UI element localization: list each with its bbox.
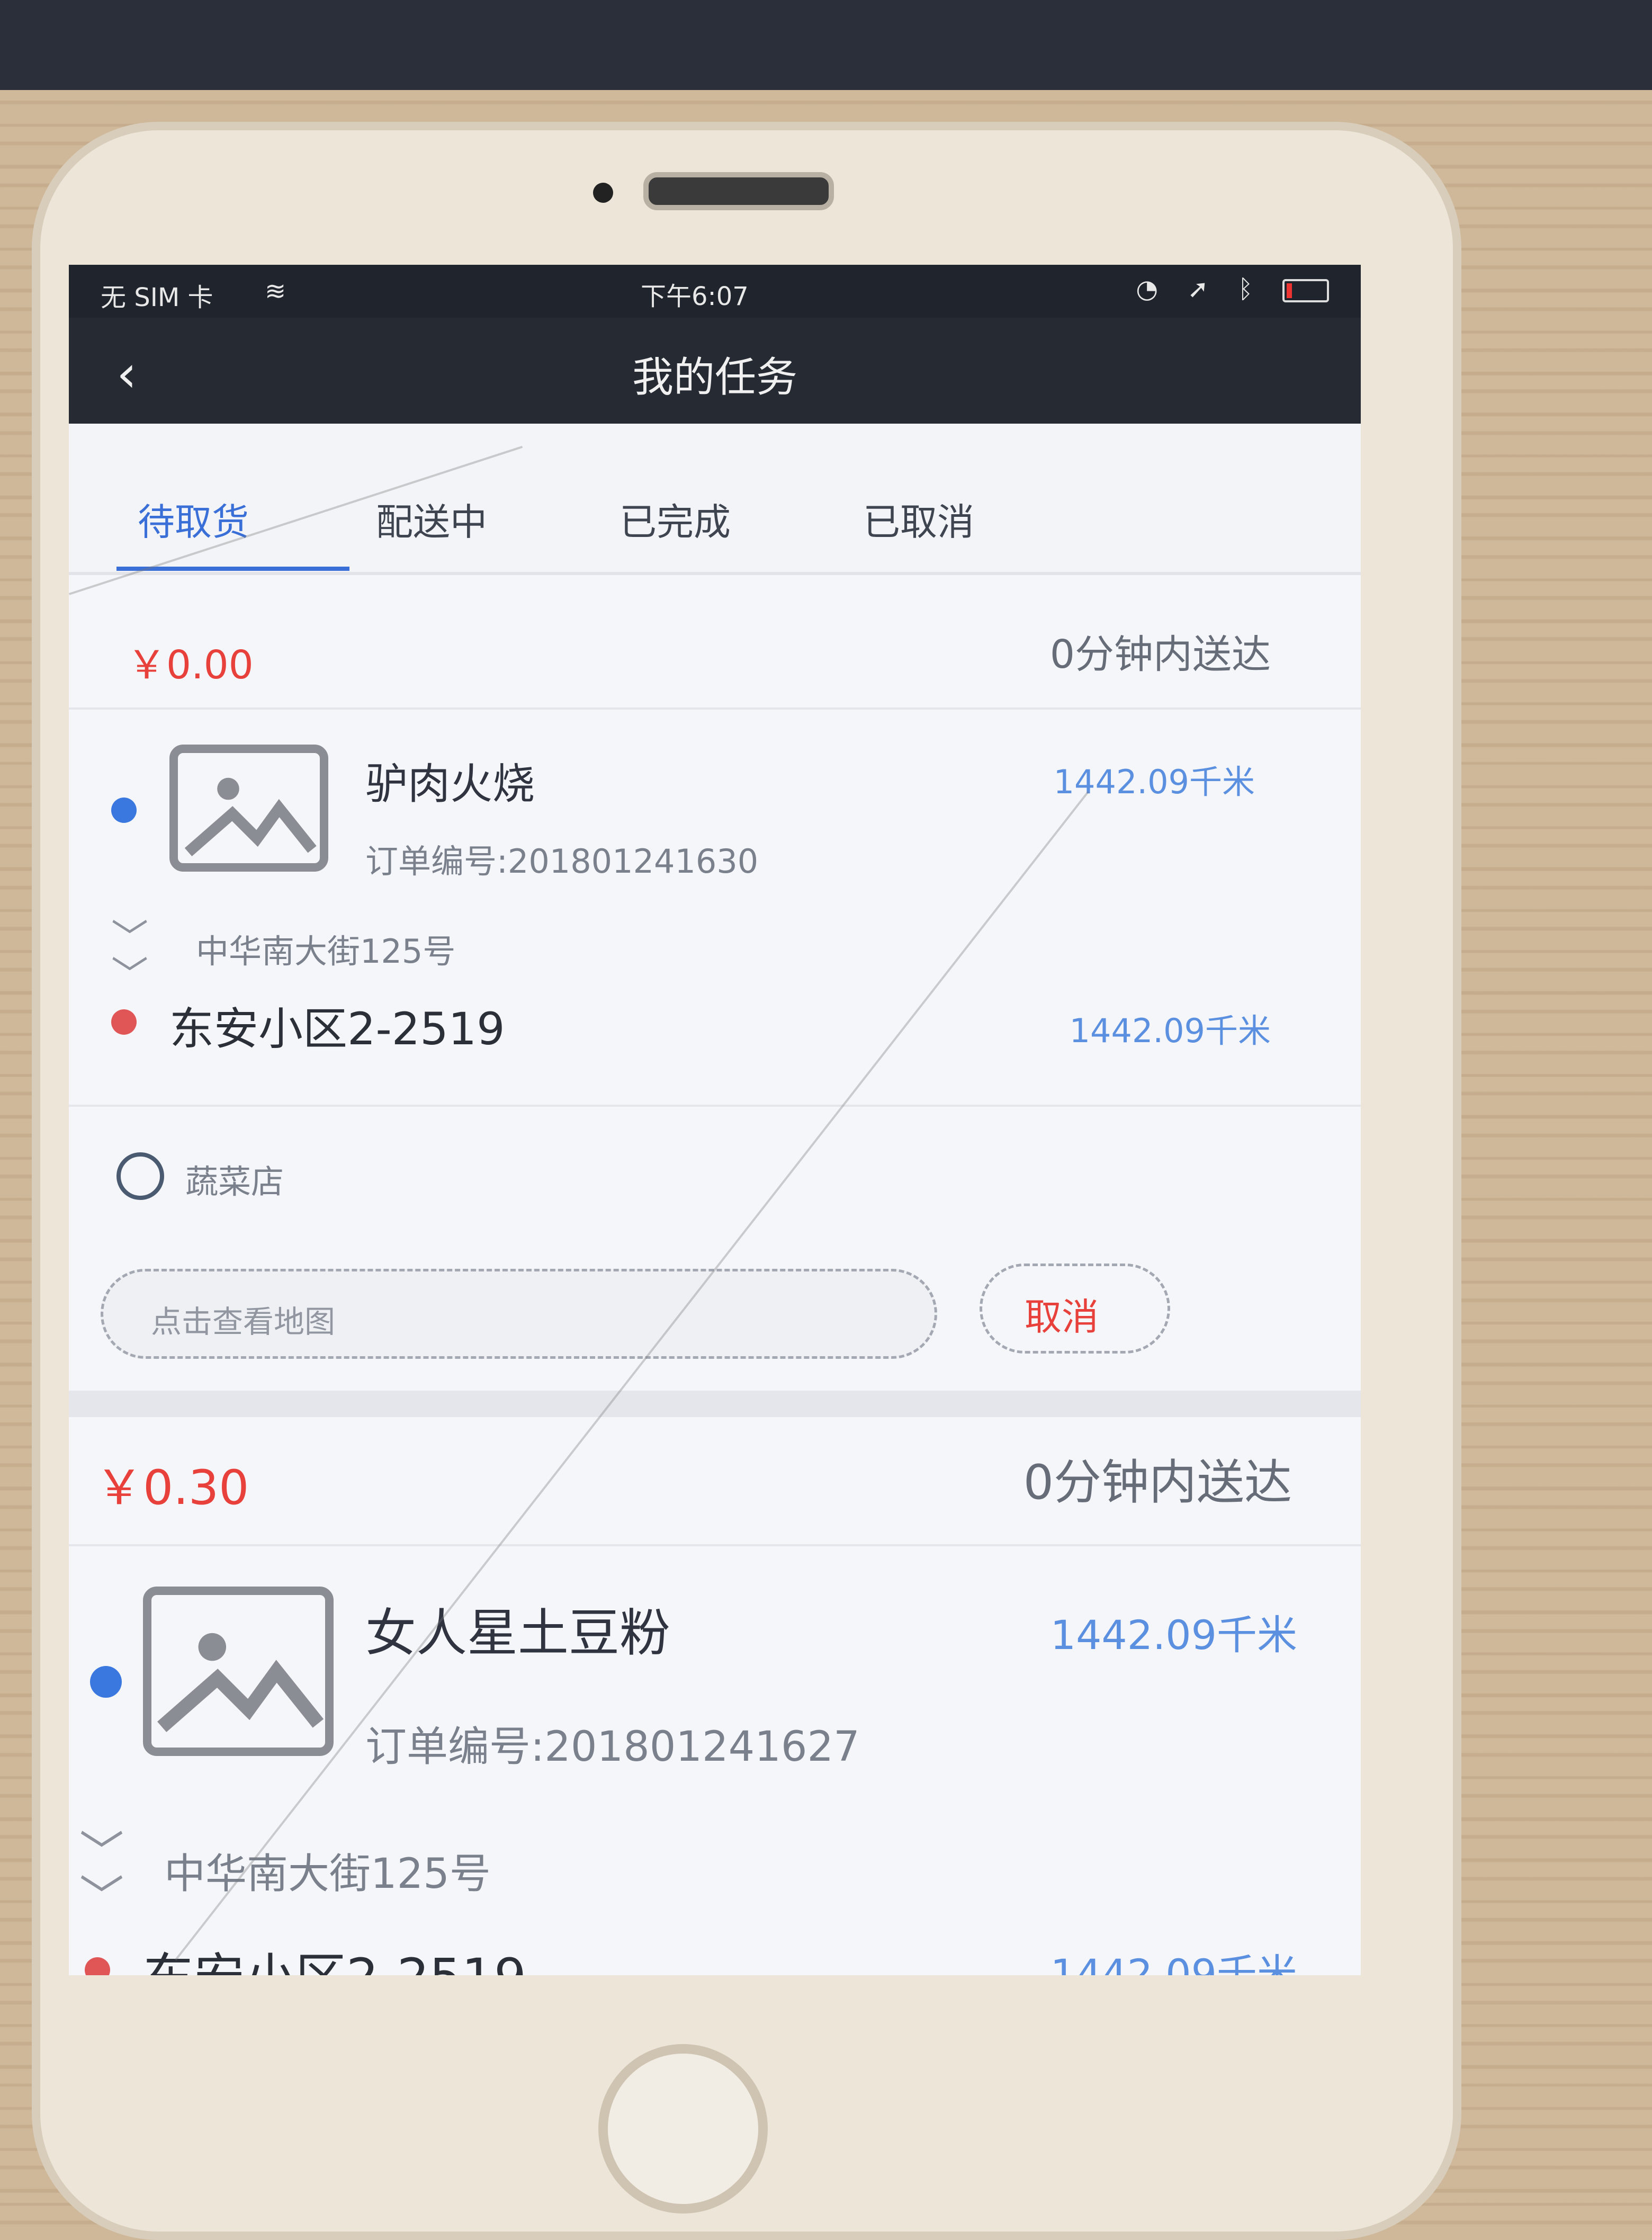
status-bar: 无 SIM 卡 ≋ 下午6:07 ◔ ➚ ᛒ bbox=[69, 265, 1361, 318]
carrier-label: 无 SIM 卡 bbox=[101, 283, 213, 312]
cancel-label: 取消 bbox=[1025, 1295, 1099, 1339]
tab-completed[interactable]: 已完成 bbox=[620, 492, 731, 546]
pickup-address: 中华南大街125号 bbox=[164, 1850, 491, 1898]
divider bbox=[69, 707, 1361, 710]
tab-cancelled[interactable]: 已取消 bbox=[863, 492, 974, 546]
pickup-dot bbox=[90, 1666, 122, 1698]
front-camera bbox=[593, 183, 613, 203]
tab-pending-pickup[interactable]: 待取货 bbox=[138, 492, 249, 546]
dropoff-dot bbox=[85, 1957, 110, 1975]
shop-name: 驴肉火烧 bbox=[365, 759, 535, 809]
order-number: 订单编号:201801241630 bbox=[365, 842, 759, 881]
dropoff-distance: 1442.09千米 bbox=[1069, 1011, 1271, 1050]
location-icon: ➚ bbox=[1187, 274, 1219, 304]
chevron-down-icon: ﹀ ﹀ bbox=[79, 1826, 124, 1923]
bluetooth-icon: ᛒ bbox=[1237, 274, 1264, 304]
background-top bbox=[0, 0, 1652, 90]
chevron-down-icon: ﹀ ﹀ bbox=[111, 916, 148, 997]
view-map-button[interactable]: 点击查看地图 bbox=[101, 1269, 937, 1359]
store-icon bbox=[116, 1152, 164, 1200]
delivery-eta: 0分钟内送达 bbox=[1023, 1455, 1292, 1510]
divider bbox=[69, 1544, 1361, 1546]
shop-distance: 1442.09千米 bbox=[1050, 1611, 1297, 1659]
earpiece bbox=[643, 172, 834, 210]
clock: 下午6:07 bbox=[641, 282, 749, 311]
divider bbox=[69, 1105, 1361, 1107]
dropoff-address: 东安小区2-2519 bbox=[143, 1936, 526, 1975]
dropoff-dot bbox=[111, 1009, 137, 1035]
card-separator bbox=[69, 1391, 1361, 1417]
tab-delivering[interactable]: 配送中 bbox=[376, 492, 487, 546]
page-title: 我的任务 bbox=[632, 354, 797, 401]
shop-image-placeholder bbox=[143, 1587, 334, 1756]
pickup-address: 中华南大街125号 bbox=[196, 932, 456, 971]
order-price: ￥0.30 bbox=[95, 1460, 249, 1516]
pickup-dot bbox=[111, 798, 137, 823]
image-icon bbox=[157, 1633, 324, 1732]
store-label: 蔬菜店 bbox=[185, 1162, 284, 1201]
tab-bar: 待取货 配送中 已完成 已取消 bbox=[69, 424, 1361, 575]
cancel-order-button[interactable]: 取消 bbox=[980, 1264, 1170, 1354]
image-icon bbox=[184, 777, 317, 857]
order-price: ￥0.00 bbox=[127, 642, 254, 688]
home-button[interactable] bbox=[598, 2044, 768, 2214]
order-card: ￥0.30 0分钟内送达 女人星土豆粉 1442.09千米 订单编号:20180… bbox=[69, 1417, 1361, 1975]
alarm-icon: ◔ bbox=[1136, 274, 1169, 304]
status-icons: ◔ ➚ ᛒ bbox=[1136, 274, 1329, 304]
battery-icon bbox=[1282, 279, 1329, 302]
nav-bar: ‹ 我的任务 bbox=[69, 318, 1361, 424]
shop-name: 女人星土豆粉 bbox=[365, 1603, 670, 1663]
view-map-label: 点击查看地图 bbox=[151, 1304, 336, 1340]
dropoff-address: 东安小区2-2519 bbox=[169, 1003, 505, 1055]
shop-image-placeholder bbox=[169, 745, 328, 872]
wifi-icon: ≋ bbox=[265, 276, 286, 306]
phone-screen: 无 SIM 卡 ≋ 下午6:07 ◔ ➚ ᛒ ‹ 我的任务 待取货 配送中 已完… bbox=[69, 265, 1361, 1975]
dropoff-distance: 1442.09千米 bbox=[1050, 1950, 1297, 1975]
order-number: 订单编号:201801241627 bbox=[365, 1723, 860, 1771]
delivery-eta: 0分钟内送达 bbox=[1049, 632, 1271, 677]
